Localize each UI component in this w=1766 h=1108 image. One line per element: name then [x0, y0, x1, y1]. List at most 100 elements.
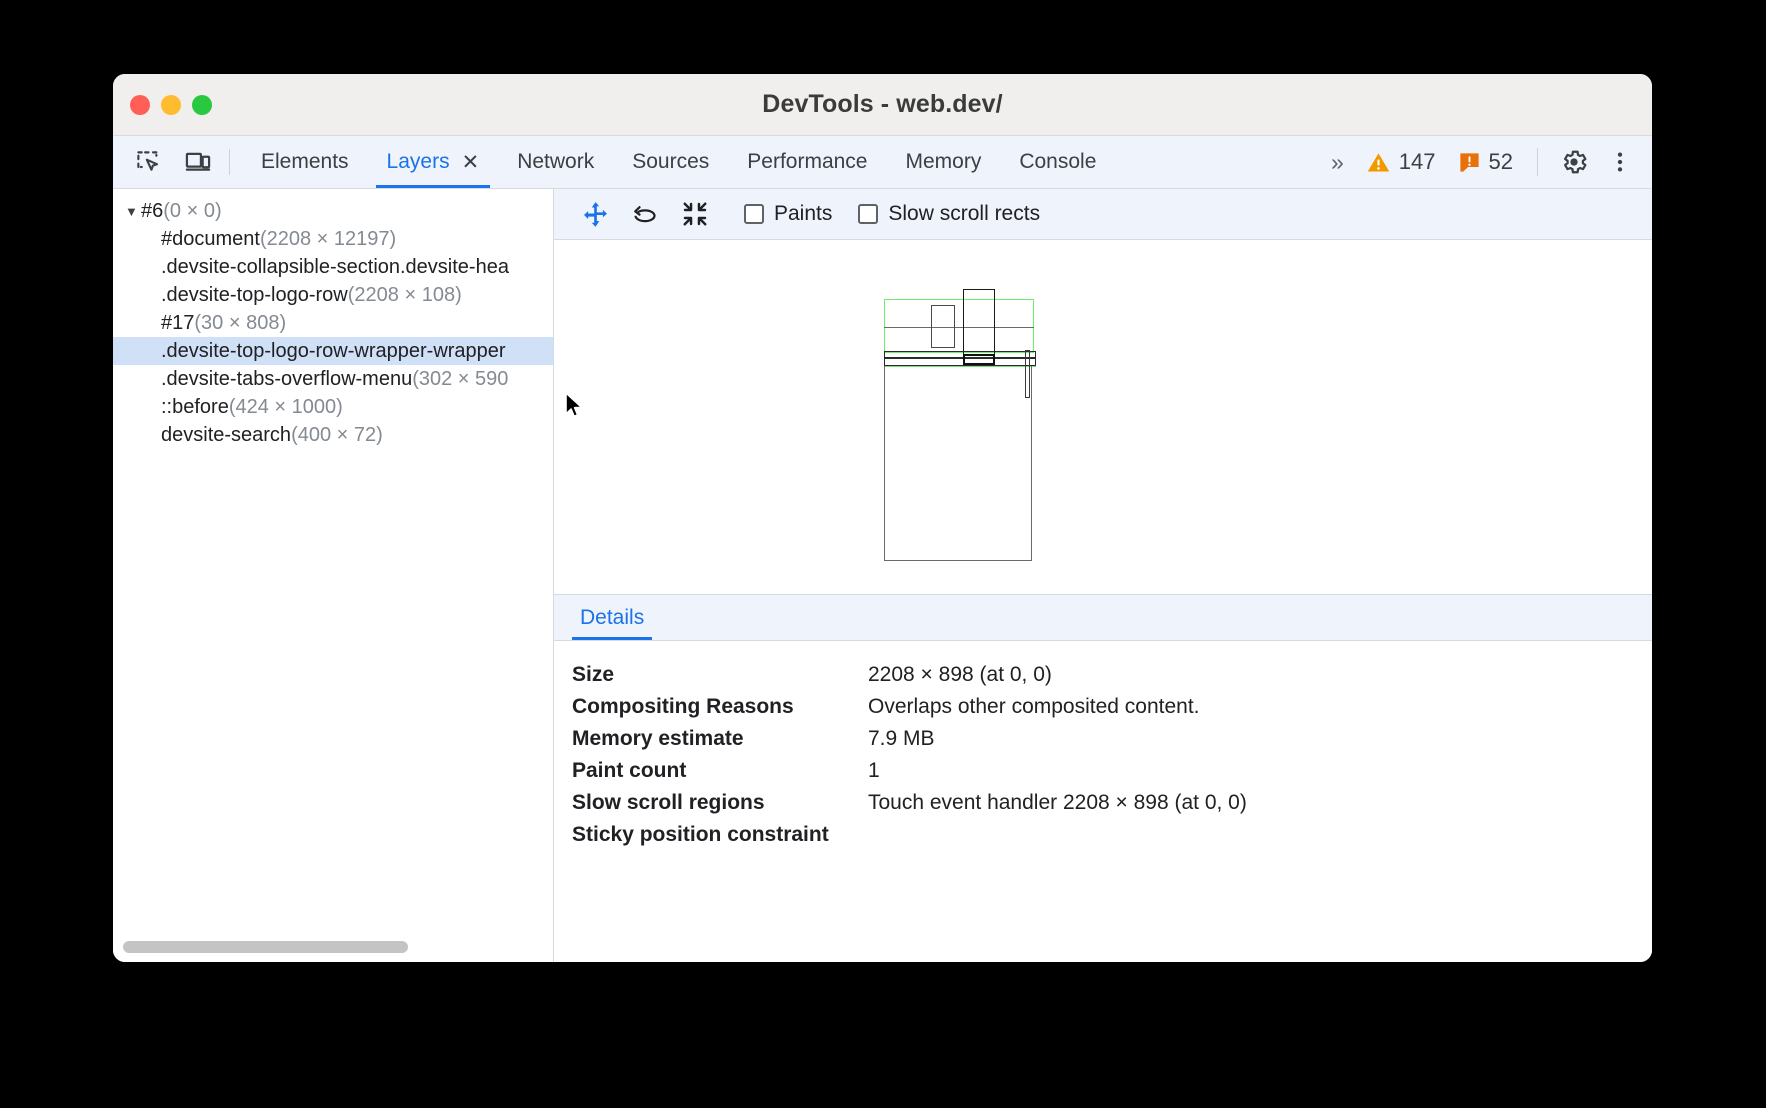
maximize-window-button[interactable] — [192, 95, 212, 115]
layer-name: .devsite-top-logo-row-wrapper-wrapper — [161, 340, 506, 363]
details-value: 7.9 MB — [868, 727, 935, 751]
gear-icon[interactable] — [1552, 140, 1596, 184]
paints-checkbox[interactable]: Paints — [744, 202, 832, 226]
layer-name: devsite-search — [161, 424, 291, 447]
layer-details-table: Size 2208 × 898 (at 0, 0) Compositing Re… — [554, 641, 1652, 851]
inspect-element-icon[interactable] — [123, 136, 173, 188]
layer-rect-right-strip[interactable] — [1025, 350, 1030, 398]
tab-details[interactable]: Details — [572, 595, 652, 640]
layer-tree-row-tabs-overflow-menu[interactable]: .devsite-tabs-overflow-menu (302 × 590 — [113, 365, 553, 393]
details-key: Memory estimate — [572, 727, 868, 751]
layer-name: #document — [161, 228, 260, 251]
layer-tree-row-top-logo-row-wrapper-wrapper[interactable]: .devsite-top-logo-row-wrapper-wrapper — [113, 337, 553, 365]
devtools-window: DevTools - web.dev/ Elements Layers ✕ Ne… — [113, 74, 1652, 962]
layer-rect-document-body[interactable] — [884, 366, 1032, 561]
warning-triangle-icon — [1366, 150, 1391, 175]
layer-name: .devsite-tabs-overflow-menu — [161, 368, 412, 391]
rotate-icon[interactable] — [622, 194, 668, 234]
details-key: Paint count — [572, 759, 868, 783]
tab-label: Memory — [905, 150, 981, 174]
close-icon[interactable]: ✕ — [462, 152, 480, 173]
tab-network[interactable]: Network — [498, 136, 613, 188]
more-tabs-chevron-icon[interactable]: » — [1317, 149, 1354, 176]
layer-3d-canvas[interactable] — [554, 240, 1652, 594]
checkbox-box[interactable] — [744, 204, 764, 224]
scrollbar-thumb[interactable] — [123, 941, 408, 953]
tab-layers[interactable]: Layers ✕ — [368, 136, 499, 188]
layer-size: (30 × 808) — [194, 312, 286, 335]
layer-tree-pane: ▼ #6 (0 × 0) #document (2208 × 12197) .d… — [113, 189, 554, 962]
panel-split: ▼ #6 (0 × 0) #document (2208 × 12197) .d… — [113, 189, 1652, 962]
tab-performance[interactable]: Performance — [728, 136, 886, 188]
close-window-button[interactable] — [130, 95, 150, 115]
details-key: Size — [572, 663, 868, 687]
details-tab-label: Details — [580, 606, 644, 630]
minimize-window-button[interactable] — [161, 95, 181, 115]
tab-elements[interactable]: Elements — [242, 136, 368, 188]
device-toolbar-icon[interactable] — [173, 136, 223, 188]
layer-tree-row-collapsible-section[interactable]: .devsite-collapsible-section.devsite-hea — [113, 253, 553, 281]
layer-tree-row-root[interactable]: ▼ #6 (0 × 0) — [113, 197, 553, 225]
layer-name: #6 — [141, 200, 163, 223]
layer-name: #17 — [161, 312, 194, 335]
slow-scroll-rects-checkbox[interactable]: Slow scroll rects — [858, 202, 1040, 226]
layer-rect-divider — [884, 327, 1034, 328]
details-row-compositing-reasons: Compositing Reasons Overlaps other compo… — [572, 691, 1652, 723]
layer-tree-row-before[interactable]: ::before (424 × 1000) — [113, 393, 553, 421]
layer-tree-row-devsite-search[interactable]: devsite-search (400 × 72) — [113, 421, 553, 449]
details-row-sticky-position-constraint: Sticky position constraint — [572, 819, 1652, 851]
details-row-size: Size 2208 × 898 (at 0, 0) — [572, 659, 1652, 691]
layer-rect-selected[interactable] — [884, 299, 1034, 353]
error-count-button[interactable]: 52 — [1448, 149, 1523, 175]
toolbar-divider — [229, 149, 230, 175]
toolbar-divider — [1537, 148, 1538, 176]
layer-details-pane: Details Size 2208 × 898 (at 0, 0) Compos… — [554, 594, 1652, 962]
details-value: 1 — [868, 759, 880, 783]
layer-rect-tall-center[interactable] — [963, 289, 995, 355]
window-title: DevTools - web.dev/ — [762, 90, 1002, 119]
tab-label: Layers — [387, 150, 450, 174]
window-traffic-lights — [130, 95, 212, 115]
tab-label: Console — [1019, 150, 1096, 174]
pan-move-icon[interactable] — [572, 194, 618, 234]
layer-tree-horizontal-scrollbar[interactable] — [123, 941, 541, 953]
layer-tree-row-document[interactable]: #document (2208 × 12197) — [113, 225, 553, 253]
tab-label: Sources — [632, 150, 709, 174]
layer-size: (0 × 0) — [163, 200, 221, 223]
details-row-paint-count: Paint count 1 — [572, 755, 1652, 787]
paints-label: Paints — [774, 202, 832, 226]
reset-view-icon[interactable] — [672, 194, 718, 234]
layer-rect-band-lower[interactable] — [884, 358, 1036, 366]
details-key: Sticky position constraint — [572, 823, 868, 847]
layer-rect-band-upper[interactable] — [884, 351, 1036, 358]
layer-tree-row-top-logo-row[interactable]: .devsite-top-logo-row (2208 × 108) — [113, 281, 553, 309]
layer-rect-small-left[interactable] — [931, 305, 955, 348]
kebab-menu-icon[interactable] — [1598, 140, 1642, 184]
layer-size: (424 × 1000) — [229, 396, 343, 419]
tab-label: Performance — [747, 150, 867, 174]
tabbar-right-controls: » 147 52 — [1317, 136, 1652, 188]
details-value: Overlaps other composited content. — [868, 695, 1200, 719]
warning-count: 147 — [1399, 149, 1436, 175]
tab-memory[interactable]: Memory — [886, 136, 1000, 188]
layer-size: (2208 × 12197) — [260, 228, 396, 251]
layer-name: .devsite-collapsible-section.devsite-hea — [161, 256, 509, 279]
window-titlebar: DevTools - web.dev/ — [113, 74, 1652, 136]
layer-rect-small-band[interactable] — [963, 354, 995, 365]
details-key: Compositing Reasons — [572, 695, 868, 719]
checkbox-box[interactable] — [858, 204, 878, 224]
tab-console[interactable]: Console — [1000, 136, 1115, 188]
details-key: Slow scroll regions — [572, 791, 868, 815]
slow-scroll-rects-label: Slow scroll rects — [888, 202, 1040, 226]
details-row-slow-scroll-regions: Slow scroll regions Touch event handler … — [572, 787, 1652, 819]
layer-canvas-toolbar: Paints Slow scroll rects — [554, 189, 1652, 240]
tab-label: Network — [517, 150, 594, 174]
layer-name: ::before — [161, 396, 229, 419]
expand-triangle-icon[interactable]: ▼ — [125, 204, 139, 219]
warning-count-button[interactable]: 147 — [1356, 149, 1446, 175]
layer-viewer-pane: Paints Slow scroll rects — [554, 189, 1652, 962]
tab-sources[interactable]: Sources — [613, 136, 728, 188]
details-value: Touch event handler 2208 × 898 (at 0, 0) — [868, 791, 1247, 815]
details-row-memory-estimate: Memory estimate 7.9 MB — [572, 723, 1652, 755]
layer-tree-row-17[interactable]: #17 (30 × 808) — [113, 309, 553, 337]
